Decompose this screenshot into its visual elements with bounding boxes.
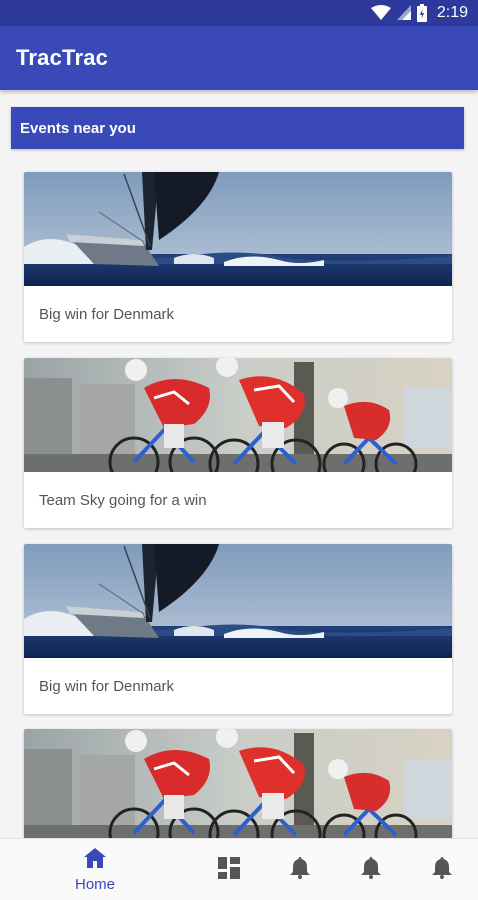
event-caption: Big win for Denmark <box>39 305 175 323</box>
event-card[interactable]: Big win for Denmark <box>24 172 452 342</box>
dashboard-icon <box>218 856 240 884</box>
event-caption: Big win for Denmark <box>39 677 175 695</box>
bell-icon <box>290 856 310 884</box>
event-card[interactable]: Big win for Denmark <box>24 544 452 714</box>
sailing-photo <box>24 544 452 658</box>
nav-label-home: Home <box>74 875 115 893</box>
bottom-navigation: Home <box>0 838 478 900</box>
event-feed[interactable]: Events near you Big win for Denmark Team… <box>0 0 478 838</box>
event-caption: Team Sky going for a win <box>39 491 207 509</box>
home-icon <box>84 847 106 873</box>
bell-icon <box>361 856 381 884</box>
section-title: Events near you <box>20 119 136 137</box>
app-bar: TracTrac <box>0 26 478 90</box>
nav-item-notifications-3[interactable] <box>421 839 463 900</box>
cycling-photo <box>24 358 452 472</box>
nav-item-dashboard[interactable] <box>208 839 250 900</box>
sailing-photo <box>24 172 452 286</box>
event-card[interactable]: Team Sky going for a win <box>24 358 452 528</box>
nav-item-notifications-2[interactable] <box>350 839 392 900</box>
section-header: Events near you <box>11 107 464 149</box>
event-card[interactable] <box>24 729 452 838</box>
bell-icon <box>432 856 452 884</box>
nav-item-notifications-1[interactable] <box>279 839 321 900</box>
app-title: TracTrac <box>16 45 109 70</box>
cycling-photo <box>24 729 452 838</box>
nav-item-home[interactable]: Home <box>60 839 130 900</box>
